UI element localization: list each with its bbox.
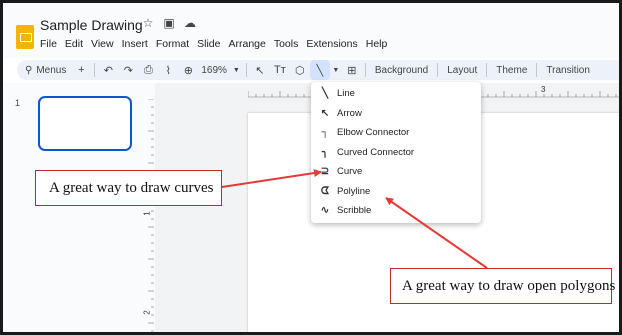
menu-item-label: Arrow — [337, 107, 362, 119]
plus-icon: + — [78, 64, 85, 76]
curved-connector-icon: ╮ — [321, 146, 329, 158]
menu-edit[interactable]: Edit — [65, 38, 83, 50]
polyline-icon: ᗧ — [320, 185, 330, 197]
line-type-menu: ╲ Line ↖ Arrow ┐ Elbow Connector ╮ Curve… — [311, 82, 481, 223]
polygons-callout: A great way to draw open polygons — [390, 268, 615, 304]
menu-item-curved-connector[interactable]: ╮ Curved Connector — [311, 143, 481, 163]
undo-icon: ↶ — [103, 64, 113, 77]
toolbar-divider — [536, 63, 538, 77]
cursor-icon: ↖ — [255, 64, 265, 77]
menu-file[interactable]: File — [40, 38, 57, 50]
menu-help[interactable]: Help — [366, 38, 388, 50]
redo-button[interactable]: ↷ — [118, 60, 138, 80]
title-icons: ☆ ▣ ☁ — [142, 16, 196, 30]
toolbar-divider — [486, 63, 488, 77]
ruler-mark: 2 — [142, 310, 152, 315]
line-icon: ╲ — [321, 88, 329, 100]
menu-item-label: Elbow Connector — [337, 127, 410, 139]
app-header: Sample Drawing ☆ ▣ ☁ File Edit View Inse… — [3, 3, 619, 58]
background-button[interactable]: Background — [369, 60, 434, 80]
new-slide-button[interactable]: + — [71, 60, 91, 80]
vertical-ruler[interactable] — [143, 99, 155, 335]
shape-icon: ⬡ — [295, 64, 305, 77]
insert-comment-button[interactable]: ⊞ — [342, 60, 362, 80]
text-box-button[interactable]: Tт — [270, 60, 290, 80]
menu-item-polyline[interactable]: ᗧ Polyline — [311, 182, 481, 202]
document-title[interactable]: Sample Drawing — [40, 17, 143, 33]
search-icon: ⚲ — [25, 64, 33, 76]
chevron-down-icon: ▼ — [232, 66, 240, 74]
curves-callout: A great way to draw curves — [35, 170, 222, 206]
toolbar-divider — [245, 63, 247, 77]
line-tool-dropdown[interactable]: ▼ — [330, 60, 342, 80]
scribble-icon: ∿ — [320, 205, 330, 217]
menu-item-label: Line — [337, 88, 355, 100]
menu-item-curve[interactable]: ⊇ Curve — [311, 162, 481, 182]
menu-item-label: Curve — [337, 166, 363, 178]
menu-insert[interactable]: Insert — [122, 38, 148, 50]
shape-button[interactable]: ⬡ — [290, 60, 310, 80]
curve-icon: ⊇ — [320, 166, 330, 178]
print-icon: ⎙ — [143, 63, 153, 76]
menu-item-label: Curved Connector — [337, 146, 415, 158]
elbow-connector-icon: ┐ — [321, 127, 329, 139]
menu-slide[interactable]: Slide — [197, 38, 220, 50]
paint-format-icon: ⌇ — [165, 64, 172, 77]
menu-item-label: Polyline — [337, 185, 371, 197]
print-button[interactable]: ⎙ — [138, 60, 158, 80]
menu-extensions[interactable]: Extensions — [306, 38, 357, 50]
layout-button[interactable]: Layout — [441, 60, 483, 80]
line-icon: ╲ — [316, 64, 324, 77]
zoom-select[interactable]: 169% ▼ — [198, 60, 243, 80]
zoom-icon: ⊕ — [183, 64, 193, 77]
transition-button[interactable]: Transition — [540, 60, 596, 80]
text-box-icon: Tт — [273, 64, 286, 76]
app-window: Sample Drawing ☆ ▣ ☁ File Edit View Inse… — [0, 0, 622, 335]
menu-format[interactable]: Format — [156, 38, 189, 50]
cloud-status-icon[interactable]: ☁ — [184, 16, 196, 30]
move-to-folder-icon[interactable]: ▣ — [163, 16, 175, 30]
line-tool-button[interactable]: ╲ — [309, 60, 330, 80]
slide-thumbnail[interactable] — [38, 96, 132, 151]
star-icon[interactable]: ☆ — [142, 16, 154, 30]
slide-number: 1 — [15, 98, 21, 108]
select-button[interactable]: ↖ — [250, 60, 270, 80]
ruler-mark: 1 — [142, 211, 152, 216]
chevron-down-icon: ▼ — [332, 66, 340, 74]
zoom-button[interactable]: ⊕ — [178, 60, 198, 80]
slides-logo-icon[interactable] — [16, 25, 34, 49]
menu-item-elbow-connector[interactable]: ┐ Elbow Connector — [311, 123, 481, 143]
ruler-mark: 3 — [541, 85, 546, 94]
toolbar-divider — [437, 63, 439, 77]
menu-arrange[interactable]: Arrange — [228, 38, 265, 50]
menus-label: Menus — [36, 64, 67, 76]
menu-view[interactable]: View — [91, 38, 114, 50]
redo-icon: ↷ — [123, 64, 133, 77]
search-menus-button[interactable]: ⚲ Menus — [17, 60, 71, 80]
undo-button[interactable]: ↶ — [98, 60, 118, 80]
zoom-value: 169% — [201, 64, 227, 76]
toolbar-divider — [364, 63, 366, 77]
menu-item-scribble[interactable]: ∿ Scribble — [311, 201, 481, 221]
toolbar-divider — [94, 63, 96, 77]
theme-button[interactable]: Theme — [490, 60, 533, 80]
menu-tools[interactable]: Tools — [274, 38, 299, 50]
arrow-icon: ↖ — [320, 107, 330, 119]
menu-item-label: Scribble — [337, 205, 372, 217]
menu-item-arrow[interactable]: ↖ Arrow — [311, 104, 481, 124]
paint-format-button[interactable]: ⌇ — [158, 60, 178, 80]
toolbar: ⚲ Menus + ↶ ↷ ⎙ ⌇ ⊕ 169% ▼ ↖ Tт ⬡ ╲ ▼ ⊞ … — [17, 60, 619, 80]
add-comment-icon: ⊞ — [347, 64, 357, 77]
menu-bar: File Edit View Insert Format Slide Arran… — [40, 38, 387, 50]
menu-item-line[interactable]: ╲ Line — [311, 84, 481, 104]
